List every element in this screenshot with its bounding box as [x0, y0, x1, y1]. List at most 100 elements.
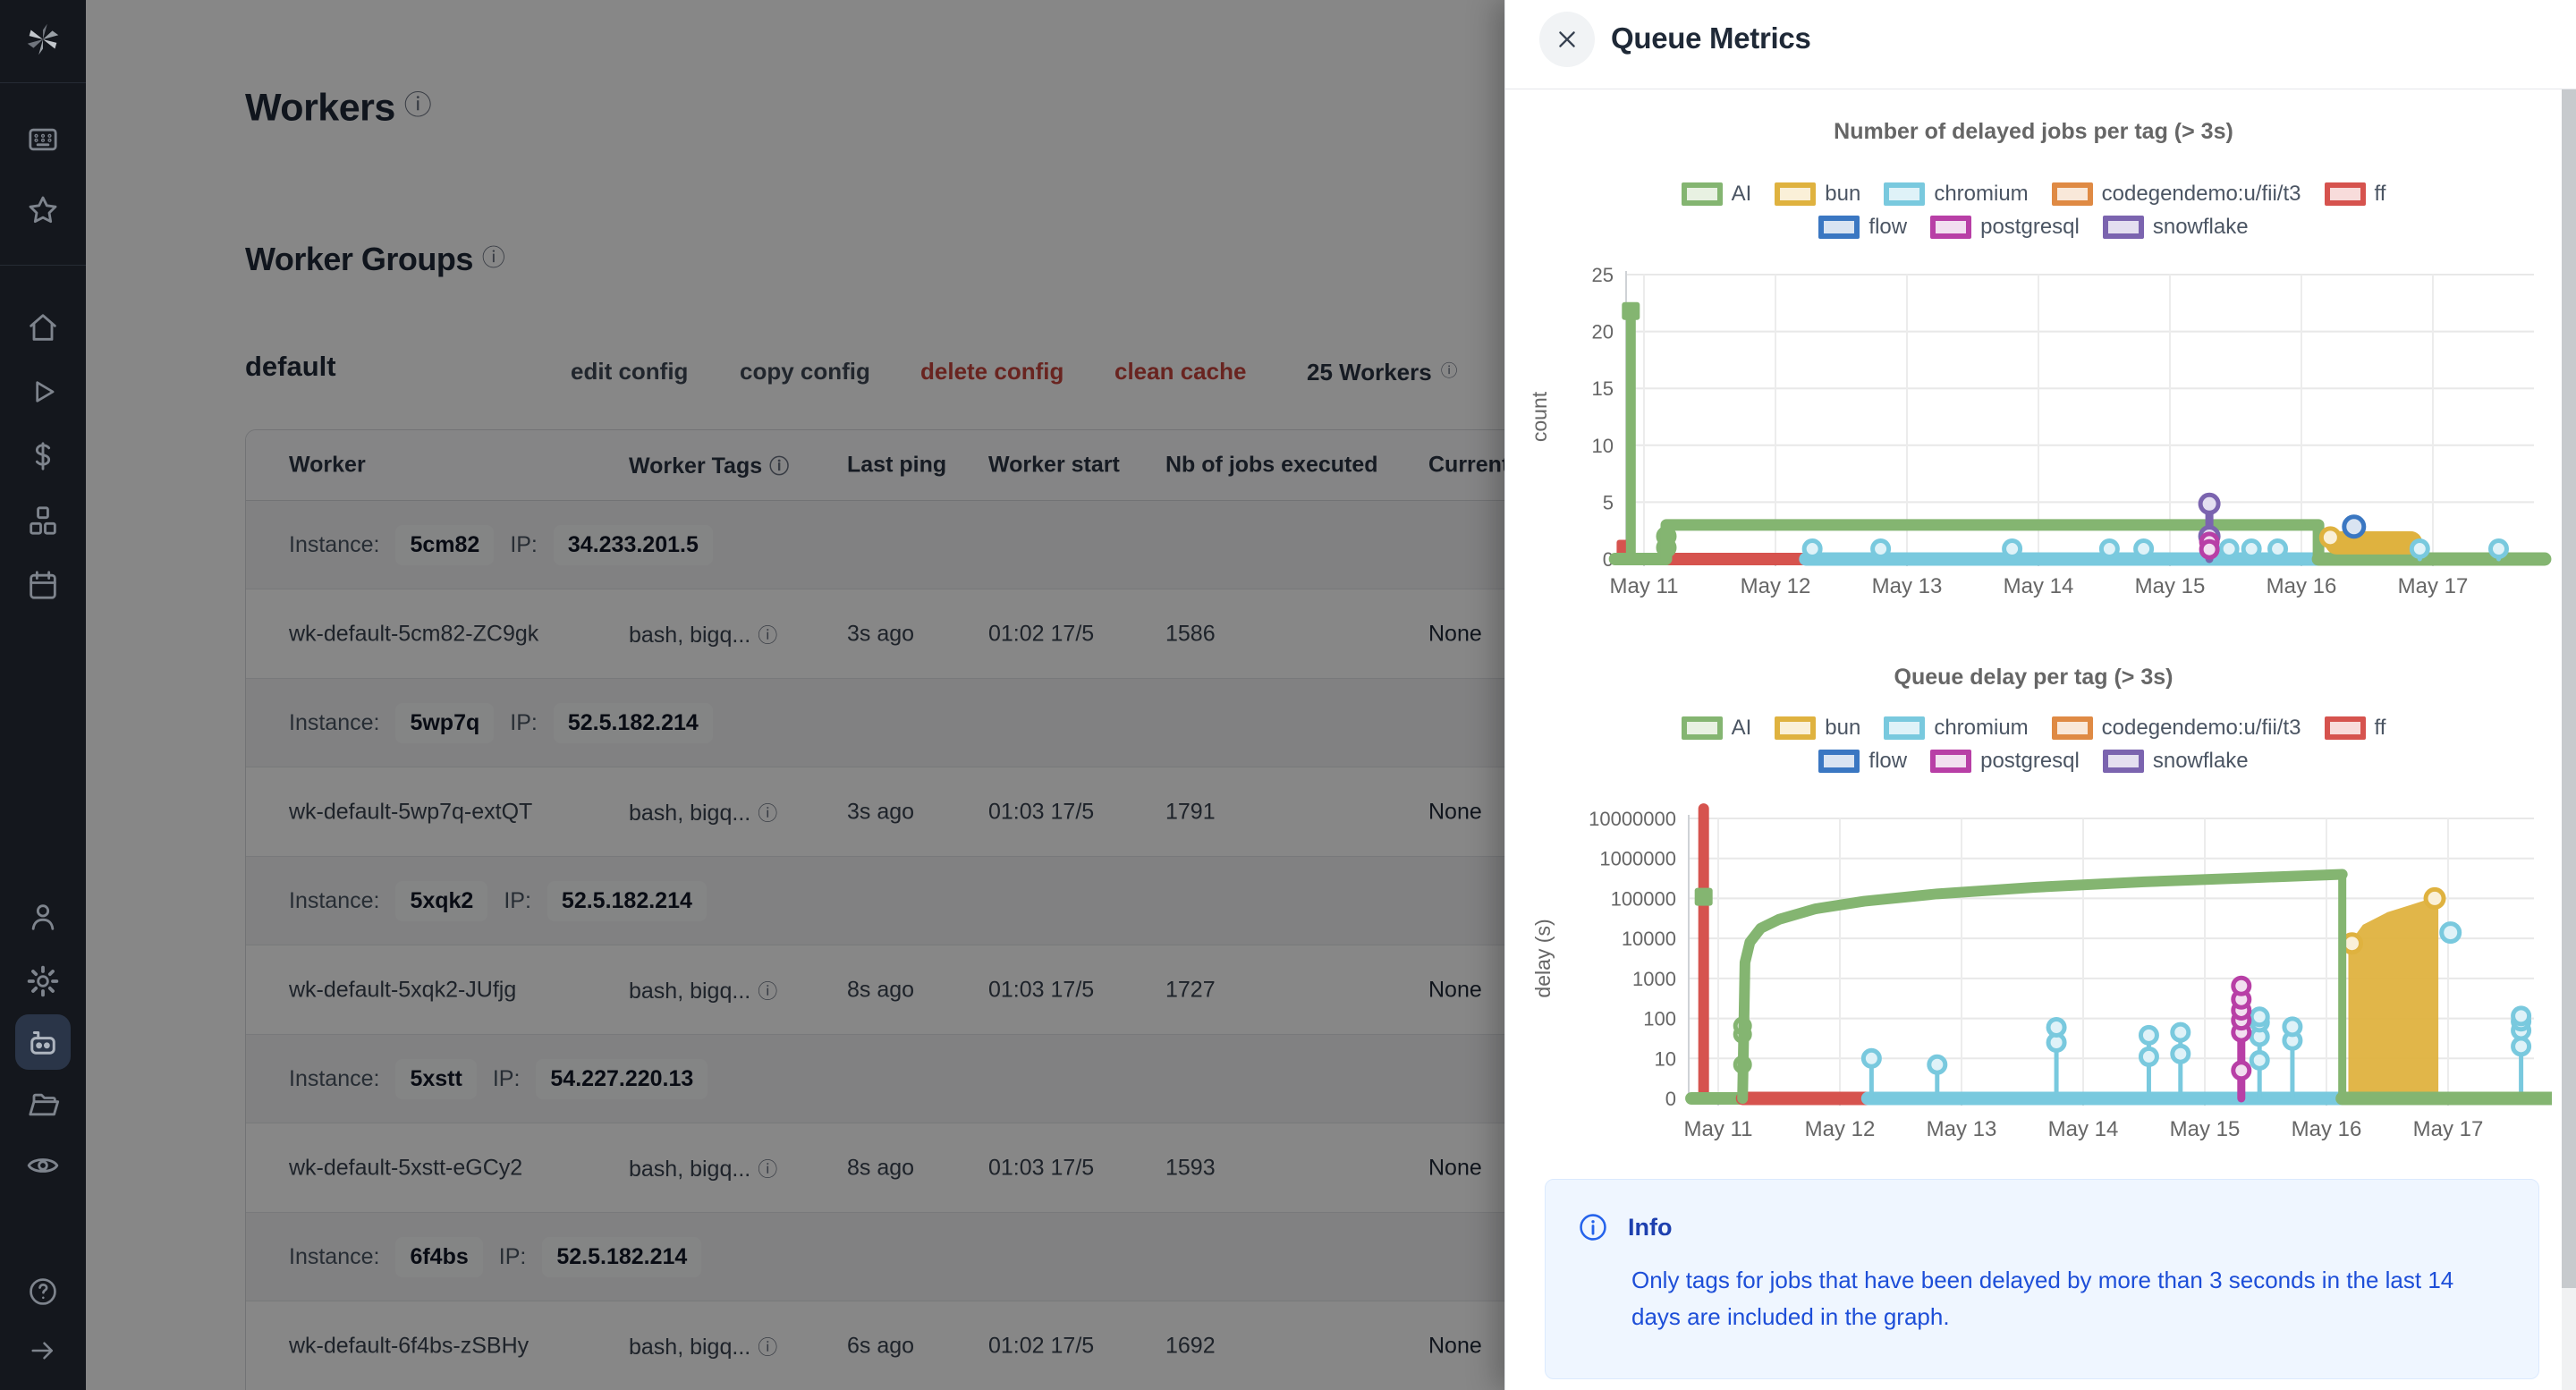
legend-item-snowflake[interactable]: snowflake [2103, 215, 2249, 240]
sidebar-item-resources[interactable] [0, 492, 86, 549]
sidebar-item-variables[interactable] [0, 428, 86, 485]
schedules-icon [25, 567, 61, 603]
close-button[interactable] [1539, 12, 1595, 67]
legend-swatch [2325, 182, 2366, 206]
sidebar-item-home[interactable] [0, 299, 86, 356]
legend-swatch [2052, 182, 2093, 206]
sidebar-item-windmill-logo [0, 11, 86, 68]
svg-text:10: 10 [1592, 435, 1614, 457]
legend-item-snowflake[interactable]: snowflake [2103, 749, 2249, 774]
svg-text:May 12: May 12 [1805, 1117, 1876, 1141]
windmill-logo-icon [22, 19, 64, 60]
legend-item-flow[interactable]: flow [1818, 749, 1907, 774]
home-icon [25, 309, 61, 345]
legend-swatch [2052, 716, 2093, 740]
svg-text:100: 100 [1643, 1008, 1676, 1030]
legend-item-flow[interactable]: flow [1818, 215, 1907, 240]
svg-text:100000: 100000 [1611, 887, 1676, 910]
legend-label: bun [1825, 716, 1860, 741]
svg-text:May 16: May 16 [2292, 1117, 2362, 1141]
sidebar-item-help[interactable] [0, 1263, 86, 1320]
legend-item-postgresql[interactable]: postgresql [1930, 749, 2080, 774]
legend-label: flow [1868, 215, 1907, 240]
windmill-app: Workersⓘ Worker Groupsⓘ default edit con… [0, 0, 2576, 1390]
legend-label: AI [1732, 182, 1752, 207]
svg-text:May 14: May 14 [2004, 574, 2074, 598]
legend-swatch [2325, 716, 2366, 740]
svg-text:1000: 1000 [1632, 968, 1676, 990]
svg-text:May 11: May 11 [1684, 1117, 1753, 1141]
sidebar [0, 0, 86, 1390]
svg-text:May 17: May 17 [2398, 574, 2469, 598]
legend-item-chromium[interactable]: chromium [1884, 716, 2028, 741]
sidebar-item-workers[interactable] [0, 1013, 86, 1071]
sidebar-item-apps[interactable] [0, 111, 86, 168]
favorites-icon [25, 192, 61, 228]
drawer-scrollbar-thumb[interactable] [2562, 89, 2576, 1288]
legend-item-codegendemo-u-fii-t3[interactable]: codegendemo:u/fii/t3 [2052, 716, 2301, 741]
sidebar-item-audit-logs[interactable] [0, 1137, 86, 1194]
svg-text:May 13: May 13 [1872, 574, 1943, 598]
legend-label: postgresql [1980, 215, 2080, 240]
sidebar-item-settings[interactable] [0, 953, 86, 1010]
legend-label: chromium [1934, 182, 2028, 207]
legend-swatch [2103, 216, 2144, 239]
legend-item-chromium[interactable]: chromium [1884, 182, 2028, 207]
legend-item-postgresql[interactable]: postgresql [1930, 215, 2080, 240]
folders-icon [25, 1087, 61, 1123]
sidebar-item-folders[interactable] [0, 1076, 86, 1133]
legend-swatch [1884, 182, 1925, 206]
legend-swatch [1930, 216, 1971, 239]
legend-label: AI [1732, 716, 1752, 741]
svg-text:May 15: May 15 [2170, 1117, 2241, 1141]
legend-item-codegendemo-u-fii-t3[interactable]: codegendemo:u/fii/t3 [2052, 182, 2301, 207]
svg-text:20: 20 [1592, 321, 1614, 343]
legend-label: chromium [1934, 716, 2028, 741]
legend-item-bun[interactable]: bun [1775, 716, 1860, 741]
sidebar-item-favorites[interactable] [0, 182, 86, 239]
svg-text:10: 10 [1655, 1047, 1676, 1070]
audit-logs-icon [25, 1148, 61, 1183]
svg-text:May 17: May 17 [2413, 1117, 2484, 1141]
legend-label: flow [1868, 749, 1907, 774]
legend-swatch [2103, 750, 2144, 773]
legend-item-AI[interactable]: AI [1682, 716, 1752, 741]
sidebar-item-expand[interactable] [0, 1322, 86, 1379]
svg-text:25: 25 [1592, 264, 1614, 286]
legend-swatch [1682, 716, 1723, 740]
queue-delay-chart: 100000001000000100000100001000100100May … [1523, 799, 2552, 1174]
legend-swatch [1818, 216, 1860, 239]
svg-text:10000: 10000 [1622, 928, 1676, 950]
legend-swatch [1682, 182, 1723, 206]
svg-text:May 11: May 11 [1610, 574, 1679, 598]
close-icon [1555, 28, 1579, 51]
sidebar-item-runs[interactable] [0, 363, 86, 420]
svg-text:15: 15 [1592, 377, 1614, 400]
legend-item-AI[interactable]: AI [1682, 182, 1752, 207]
legend-item-ff[interactable]: ff [2325, 716, 2386, 741]
settings-icon [25, 963, 61, 999]
svg-text:May 15: May 15 [2135, 574, 2206, 598]
svg-text:May 16: May 16 [2267, 574, 2337, 598]
svg-text:1000000: 1000000 [1599, 848, 1676, 870]
drawer-header: Queue Metrics [1505, 0, 2576, 89]
variables-icon [25, 438, 61, 474]
legend-label: codegendemo:u/fii/t3 [2102, 716, 2301, 741]
legend-item-ff[interactable]: ff [2325, 182, 2386, 207]
users-icon [25, 899, 61, 935]
legend-label: ff [2375, 716, 2386, 741]
svg-text:May 14: May 14 [2048, 1117, 2119, 1141]
info-text: Only tags for jobs that have been delaye… [1631, 1262, 2472, 1335]
info-title: Info [1628, 1214, 1672, 1242]
sidebar-item-users[interactable] [0, 888, 86, 945]
chart1-title: Number of delayed jobs per tag (> 3s) [1505, 119, 2562, 145]
chart2-legend: AI bun chromium codegendemo:u/fii/t3 ff flow p… [1505, 716, 2562, 774]
legend-label: snowflake [2153, 749, 2249, 774]
legend-label: postgresql [1980, 749, 2080, 774]
legend-swatch [1775, 716, 1816, 740]
legend-label: snowflake [2153, 215, 2249, 240]
sidebar-item-schedules[interactable] [0, 556, 86, 614]
svg-text:count: count [1528, 391, 1551, 442]
delayed-jobs-chart: 2520151050May 11May 12May 13May 14May 15… [1523, 264, 2552, 622]
legend-item-bun[interactable]: bun [1775, 182, 1860, 207]
